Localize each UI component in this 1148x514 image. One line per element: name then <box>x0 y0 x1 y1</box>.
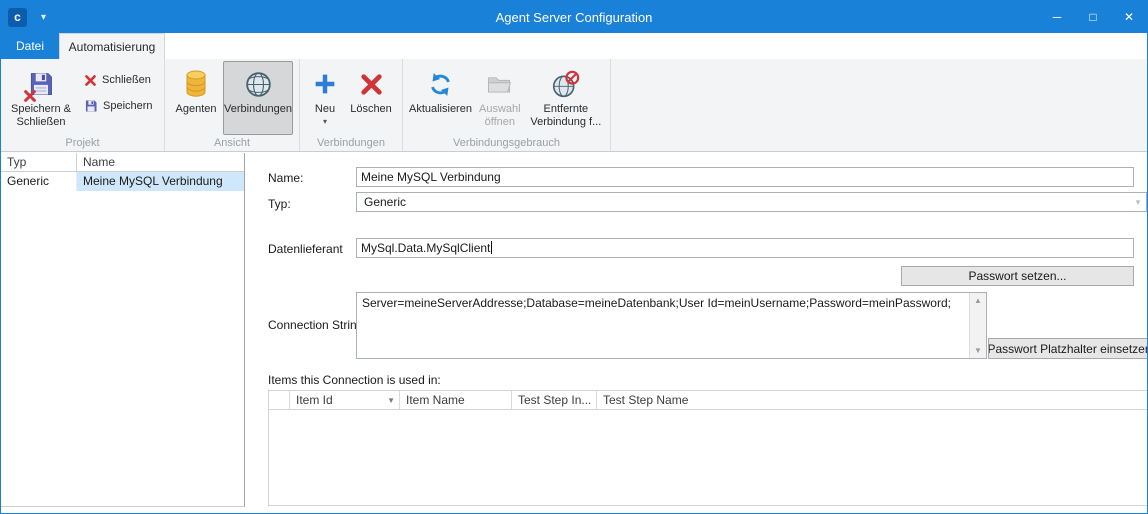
agents-button[interactable]: Agenten <box>169 61 223 135</box>
column-header-test-step-name[interactable]: Test Step Name <box>597 391 1147 409</box>
items-table-body <box>269 410 1147 506</box>
maximize-button[interactable]: □ <box>1075 1 1111 33</box>
typ-combobox-value: Generic <box>357 195 1130 209</box>
connection-list-header: Typ Name <box>1 153 244 172</box>
tab-datei[interactable]: Datei <box>1 33 59 59</box>
filter-dropdown-icon[interactable]: ▼ <box>387 396 395 405</box>
ribbon-group-projekt: Speichern & Schließen Schließen <box>1 59 165 151</box>
group-label-projekt: Projekt <box>1 135 164 152</box>
minimize-button[interactable]: ─ <box>1039 1 1075 33</box>
column-header-typ[interactable]: Typ <box>1 153 77 171</box>
remove-remote-label: Entfernte Verbindung f... <box>527 103 605 129</box>
connection-string-label: Connection String <box>268 318 363 332</box>
ribbon-group-ansicht: Agenten Verbindungen Ansich <box>165 59 300 151</box>
connection-string-value: Server=meineServerAddresse;Database=mein… <box>357 293 986 314</box>
open-selection-button: Auswahl öffnen <box>474 61 526 135</box>
name-input-value: Meine MySQL Verbindung <box>361 170 501 184</box>
new-dropdown-icon[interactable]: ▾ <box>323 117 327 126</box>
scroll-down-icon[interactable]: ▼ <box>974 343 982 358</box>
refresh-button[interactable]: Aktualisieren <box>407 61 474 135</box>
app-icon[interactable]: c <box>8 8 27 27</box>
agent-server-configuration-window: c ▾ Agent Server Configuration ─ □ ✕ Dat… <box>0 0 1148 514</box>
delete-label: Löschen <box>350 103 392 116</box>
items-table-header: Item Id ▼ Item Name Test Step In... Test… <box>269 391 1147 410</box>
column-header-item-id[interactable]: Item Id ▼ <box>290 391 400 409</box>
window-title: Agent Server Configuration <box>1 10 1147 25</box>
name-label: Name: <box>268 171 303 185</box>
ribbon-empty-space <box>611 59 1147 151</box>
connection-string-textarea[interactable]: Server=meineServerAddresse;Database=mein… <box>356 292 987 359</box>
close-window-button[interactable]: ✕ <box>1111 1 1147 33</box>
group-label-ansicht: Ansicht <box>165 135 299 152</box>
ribbon-tabstrip: Datei Automatisierung <box>1 33 1147 59</box>
new-label: Neu <box>315 103 335 116</box>
typ-label: Typ: <box>268 197 291 211</box>
tab-automatisierung[interactable]: Automatisierung <box>59 33 165 59</box>
scroll-up-icon[interactable]: ▲ <box>974 293 982 308</box>
column-header-item-name[interactable]: Item Name <box>400 391 512 409</box>
connection-row-typ: Generic <box>1 172 77 191</box>
save-and-close-label: Speichern & Schließen <box>6 103 76 129</box>
name-input[interactable]: Meine MySQL Verbindung <box>356 167 1134 187</box>
textarea-scrollbar[interactable]: ▲ ▼ <box>969 293 986 358</box>
ribbon-group-verbindungen: Neu ▾ Löschen Verbindungen <box>300 59 403 151</box>
group-label-verbindungen: Verbindungen <box>300 135 402 152</box>
typ-combobox[interactable]: Generic ▾ <box>356 192 1147 212</box>
titlebar: c ▾ Agent Server Configuration ─ □ ✕ <box>1 1 1147 33</box>
remove-remote-connection-button[interactable]: Entfernte Verbindung f... <box>526 61 606 135</box>
folder-icon <box>486 67 513 101</box>
column-header-name[interactable]: Name <box>77 153 244 171</box>
red-x-overlay-icon <box>23 89 37 103</box>
connections-view-button[interactable]: Verbindungen <box>223 61 293 135</box>
save-icon <box>84 99 98 113</box>
combo-chevron-icon[interactable]: ▾ <box>1130 197 1146 208</box>
column-header-test-step-in[interactable]: Test Step In... <box>512 391 597 409</box>
connections-view-label: Verbindungen <box>224 103 292 116</box>
database-icon <box>184 67 208 101</box>
open-selection-label: Auswahl öffnen <box>475 103 525 129</box>
ribbon: Speichern & Schließen Schließen <box>1 59 1147 152</box>
globe-icon <box>244 67 273 101</box>
globe-slash-icon <box>551 67 580 101</box>
connection-row-name: Meine MySQL Verbindung <box>77 172 244 191</box>
delete-connection-button[interactable]: Löschen <box>346 61 396 135</box>
group-label-verbindungsgebrauch: Verbindungsgebrauch <box>403 135 610 152</box>
save-and-close-button[interactable]: Speichern & Schließen <box>5 61 77 135</box>
row-indicator-column <box>269 391 290 409</box>
insert-password-placeholder-button[interactable]: Passwort Platzhalter einsetzen <box>988 338 1148 359</box>
agents-label: Agenten <box>176 103 217 116</box>
provider-label: Datenlieferant <box>268 242 343 256</box>
close-label: Schließen <box>102 74 151 86</box>
refresh-label: Aktualisieren <box>409 103 472 116</box>
plus-icon <box>312 67 338 101</box>
delete-x-icon <box>359 67 384 101</box>
items-used-in-label: Items this Connection is used in: <box>268 373 441 387</box>
provider-input-value: MySql.Data.MySqlClient <box>361 241 490 255</box>
save-button[interactable]: Speichern <box>81 95 160 117</box>
close-project-button[interactable]: Schließen <box>81 69 160 91</box>
refresh-icon <box>427 67 454 101</box>
save-label: Speichern <box>103 100 153 112</box>
provider-input[interactable]: MySql.Data.MySqlClient <box>356 238 1134 258</box>
save-and-close-icon <box>27 67 55 101</box>
items-table: Item Id ▼ Item Name Test Step In... Test… <box>268 390 1148 506</box>
text-caret <box>491 241 492 254</box>
connection-list-panel: Typ Name Generic Meine MySQL Verbindung <box>1 153 245 507</box>
new-connection-button[interactable]: Neu ▾ <box>304 61 346 135</box>
set-password-button[interactable]: Passwort setzen... <box>901 266 1134 286</box>
window-controls: ─ □ ✕ <box>1039 1 1147 33</box>
connection-row[interactable]: Generic Meine MySQL Verbindung <box>1 172 244 191</box>
close-icon <box>84 74 97 87</box>
item-id-label: Item Id <box>296 393 333 407</box>
ribbon-group-verbindungsgebrauch: Aktualisieren Auswahl öffnen <box>403 59 611 151</box>
quick-access-chevron-icon[interactable]: ▾ <box>41 12 46 23</box>
